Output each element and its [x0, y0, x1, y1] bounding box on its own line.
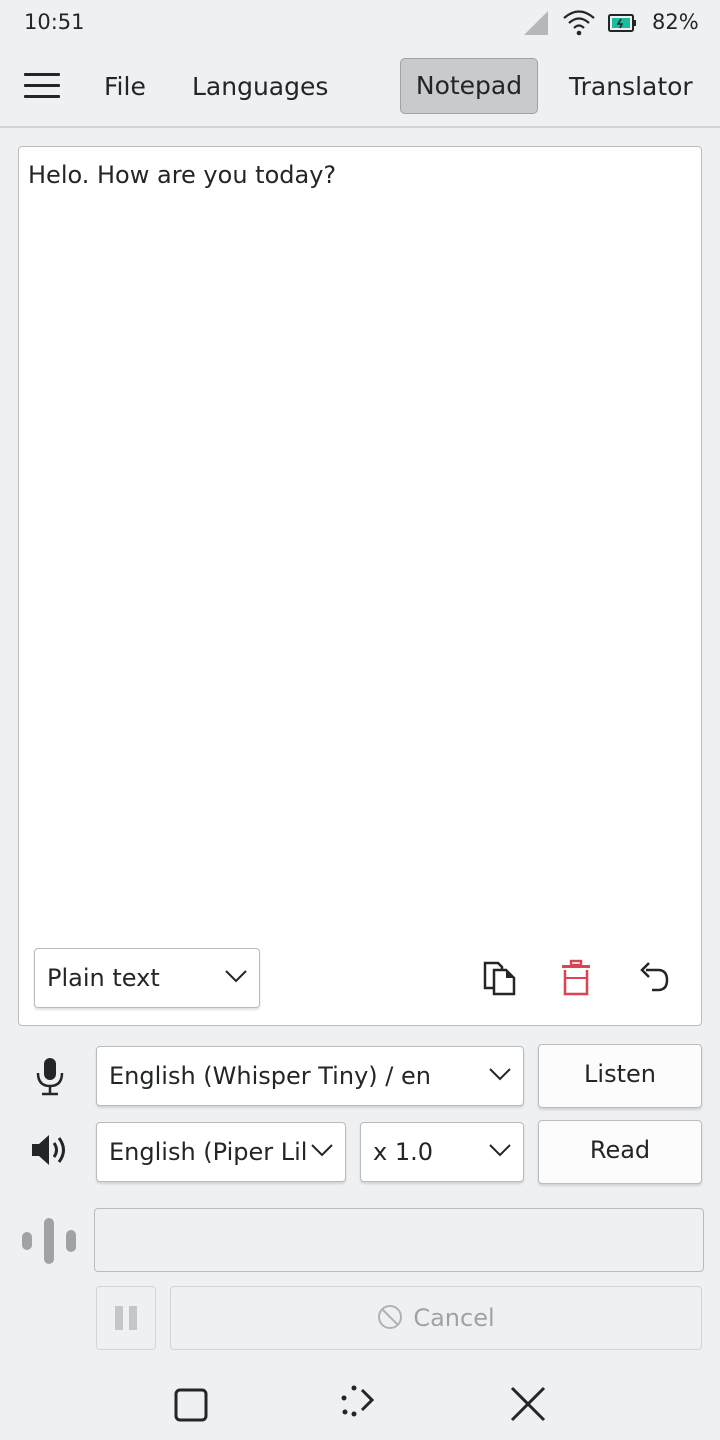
menu-languages[interactable]: Languages [192, 70, 328, 104]
microphone-icon [36, 1058, 64, 1096]
chevron-down-icon [225, 970, 247, 983]
hamburger-menu-icon[interactable] [24, 73, 60, 101]
chevron-down-icon [311, 1144, 333, 1157]
signal-icon [524, 11, 548, 35]
close-icon[interactable] [508, 1384, 548, 1424]
text-format-value: Plain text [47, 964, 160, 992]
tab-translator[interactable]: Translator [569, 70, 693, 104]
undo-icon[interactable] [634, 958, 674, 998]
square-icon[interactable] [172, 1386, 212, 1426]
menu-file[interactable]: File [104, 70, 146, 104]
chevron-down-icon [489, 1144, 511, 1157]
status-time: 10:51 [24, 10, 85, 34]
chevron-down-icon [489, 1068, 511, 1081]
cancel-label: Cancel [413, 1304, 495, 1332]
listen-button[interactable]: Listen [538, 1044, 702, 1108]
notepad-text-area[interactable]: Helo. How are you today? [28, 158, 688, 928]
read-button[interactable]: Read [538, 1120, 702, 1184]
text-format-dropdown[interactable]: Plain text [34, 948, 260, 1008]
pause-icon [115, 1306, 137, 1330]
speaker-icon [32, 1135, 65, 1165]
tts-speed-dropdown[interactable]: x 1.0 [360, 1122, 524, 1182]
audio-waveform-icon [22, 1218, 76, 1264]
tts-speed-value: x 1.0 [373, 1138, 433, 1166]
copy-icon[interactable] [480, 958, 520, 998]
tts-voice-value: English (Piper Lil [109, 1138, 308, 1166]
trash-icon[interactable] [556, 958, 596, 998]
stt-model-dropdown[interactable]: English (Whisper Tiny) / en [96, 1046, 524, 1106]
audio-progress-bar [94, 1208, 704, 1272]
tts-voice-dropdown[interactable]: English (Piper Lil [96, 1122, 346, 1182]
cancel-icon [378, 1305, 403, 1329]
keyboard-hide-icon[interactable] [340, 1384, 380, 1424]
cancel-button[interactable]: Cancel [170, 1286, 702, 1350]
pause-button[interactable] [96, 1286, 156, 1350]
wifi-icon [563, 10, 595, 36]
battery-percent: 82% [652, 10, 699, 34]
tab-notepad[interactable]: Notepad [400, 58, 538, 114]
battery-icon [608, 14, 636, 32]
stt-model-value: English (Whisper Tiny) / en [109, 1062, 431, 1090]
